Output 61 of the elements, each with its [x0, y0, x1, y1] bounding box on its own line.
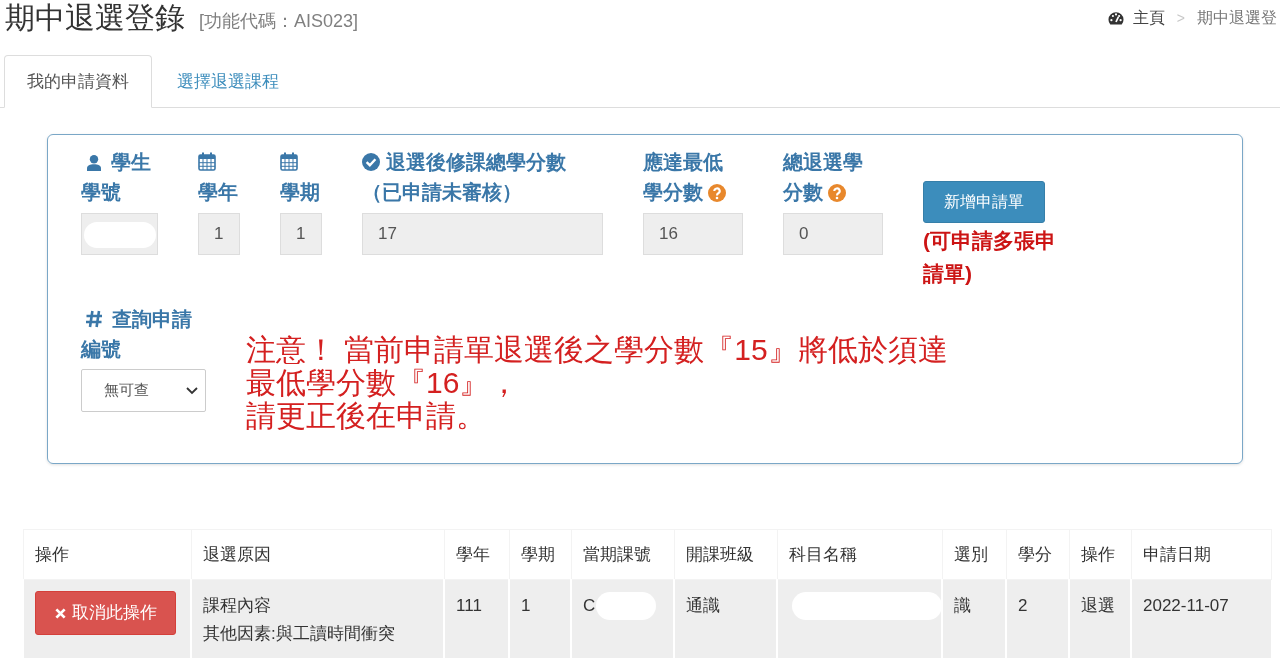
- breadcrumb-separator: >: [1176, 9, 1185, 28]
- column-header: 學期: [509, 529, 571, 580]
- add-application-button[interactable]: 新增申請單: [923, 181, 1045, 223]
- application-number-select[interactable]: 無可查: [81, 369, 206, 412]
- field-label: 退選後修課總學分數: [386, 151, 566, 173]
- table-cell: 識: [942, 579, 1006, 658]
- column-header: 選別: [942, 529, 1006, 580]
- table-cell: 退選: [1069, 579, 1131, 658]
- hashtag-icon: [85, 310, 103, 328]
- dashboard-icon: [1107, 11, 1124, 25]
- tab[interactable]: 我的申請資料: [4, 55, 152, 108]
- redaction-blob: [84, 222, 156, 248]
- field-label: 總退選學: [783, 151, 863, 173]
- calendar-icon: [198, 152, 216, 171]
- table-cell: 2022-11-07: [1131, 579, 1271, 658]
- cancel-button[interactable]: 取消此操作: [35, 591, 176, 635]
- column-header: 開課班級: [674, 529, 777, 580]
- field-label: 分數: [783, 181, 823, 203]
- field-label: 學生: [111, 151, 151, 173]
- page-title: 期中退選登錄: [5, 0, 185, 36]
- minimum-credits-field: 16: [643, 213, 743, 255]
- tab[interactable]: 選擇退選課程: [154, 55, 302, 108]
- field-label: 學號: [81, 181, 121, 203]
- column-header: 學分: [1006, 529, 1069, 580]
- chevron-down-icon: [186, 386, 198, 395]
- field-label: 學分數: [643, 181, 703, 203]
- user-icon: [87, 155, 101, 171]
- academic-year-field: 1: [198, 213, 240, 255]
- column-header: 退選原因: [191, 529, 444, 580]
- column-header: 學年: [444, 529, 509, 580]
- semester-field: 1: [280, 213, 322, 255]
- field-label: 應達最低: [643, 151, 723, 173]
- breadcrumb-current: 期中退選登: [1197, 8, 1277, 28]
- credits-after-drop-field: 17: [362, 213, 603, 255]
- field-label: 學年: [198, 181, 238, 203]
- x-mark-icon: [54, 607, 66, 619]
- column-header: 操作: [23, 529, 191, 580]
- column-header: 申請日期: [1131, 529, 1271, 580]
- breadcrumb-link[interactable]: 主頁: [1132, 8, 1165, 28]
- total-dropped-credits-field: 0: [783, 213, 883, 255]
- reason-text: 其他因素:與工讀時間衝突: [203, 623, 396, 645]
- table-cell: 通識: [674, 579, 777, 658]
- column-header: 科目名稱: [777, 529, 942, 580]
- note-text: (可申請多張申請單): [923, 228, 1057, 287]
- help-icon: [708, 184, 726, 202]
- help-icon: [828, 184, 846, 202]
- calendar-icon: [280, 152, 298, 171]
- table-cell: 111: [444, 579, 509, 658]
- function-code-label: [功能代碼：AIS023]: [199, 10, 359, 33]
- column-header: 當期課號: [571, 529, 674, 580]
- table-cell: 1: [509, 579, 571, 658]
- table-cell: C: [583, 596, 596, 615]
- field-label: （已申請未審核）: [362, 181, 522, 203]
- reason-text: 課程內容: [203, 595, 272, 617]
- field-label: 編號: [81, 338, 121, 360]
- column-header: 操作: [1069, 529, 1131, 580]
- field-label: 查詢申請: [112, 308, 192, 330]
- field-label: 學期: [280, 181, 320, 203]
- check-circle-icon: [362, 153, 380, 171]
- warning-message: 注意！ 當前申請單退選後之學分數『15』將低於須達 最低學分數『16』， 請更正後在申請。: [246, 333, 948, 432]
- table-cell: 2: [1006, 579, 1069, 658]
